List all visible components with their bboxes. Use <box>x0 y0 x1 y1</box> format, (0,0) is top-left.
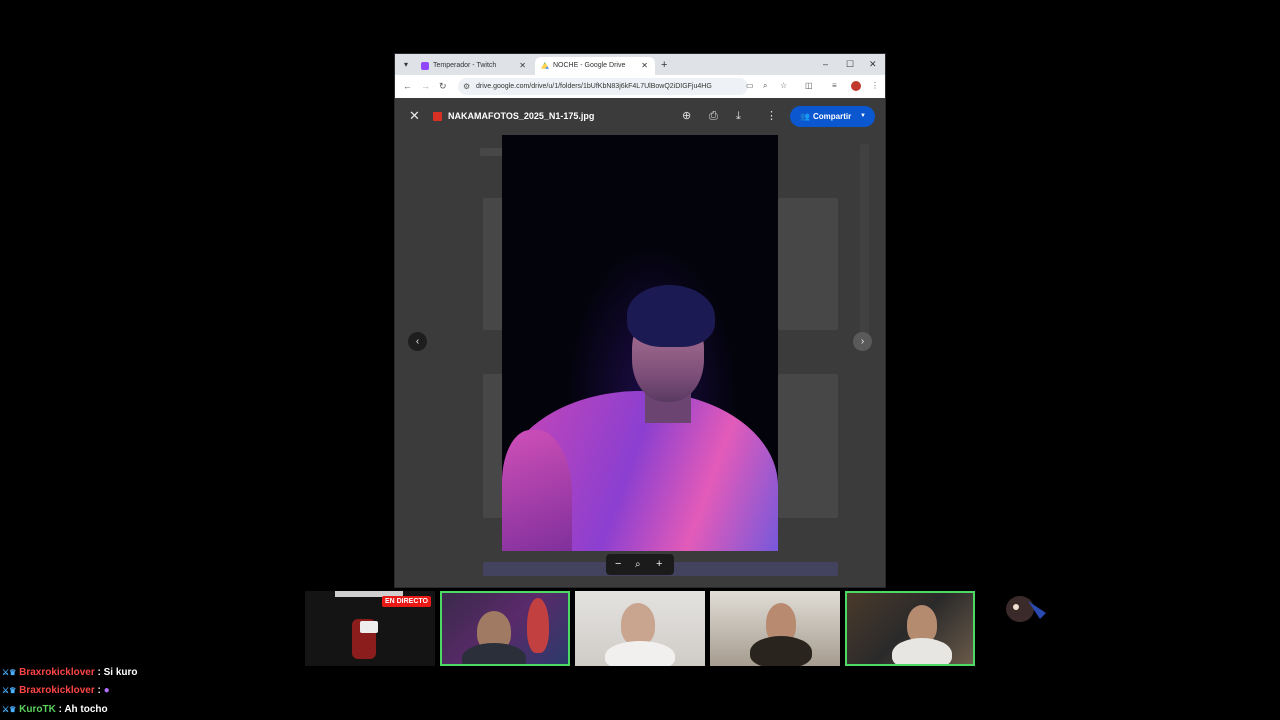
add-to-drive-icon[interactable]: ⊕ <box>682 108 691 124</box>
share-label: Compartir <box>813 112 852 121</box>
close-viewer-icon[interactable]: ✕ <box>409 108 420 124</box>
new-tab-icon[interactable]: + <box>661 57 667 73</box>
minimize-icon[interactable]: – <box>823 56 828 72</box>
image-file-icon <box>433 112 442 121</box>
chat-username: KuroTK <box>19 704 56 715</box>
participant-cam-1: EN DIRECTO <box>305 591 435 666</box>
file-name: NAKAMAFOTOS_2025_N1-175.jpg <box>448 111 595 121</box>
back-icon[interactable]: ← <box>403 80 412 92</box>
tab-title: Temperador - Twitch <box>433 62 497 69</box>
site-info-icon[interactable]: ⚙ <box>463 81 470 92</box>
drive-file-viewer: ✕ NAKAMAFOTOS_2025_N1-175.jpg ⊕ ⎙ ⤓ ⋮ 👥 … <box>395 98 885 587</box>
bookmark-star-icon[interactable]: ☆ <box>780 80 787 92</box>
cast-icon[interactable]: ▭ <box>746 80 754 92</box>
chat-text: Ah tocho <box>64 704 108 715</box>
chat-badges-icon: ⚔♛ <box>2 686 17 695</box>
forward-icon[interactable]: → <box>421 80 430 92</box>
zoom-out-icon[interactable]: − <box>615 554 621 575</box>
browser-menu-icon[interactable]: ⋮ <box>871 80 879 92</box>
zoom-magnifier-icon[interactable]: ⌕ <box>635 554 641 575</box>
zoom-controls: − ⌕ + <box>606 554 674 575</box>
tab-search-icon[interactable]: ▾ <box>400 59 412 71</box>
tab-twitch[interactable]: Temperador - Twitch ✕ <box>415 57 533 75</box>
background-side-panel <box>860 144 869 344</box>
profile-avatar[interactable] <box>851 81 861 91</box>
close-window-icon[interactable]: ✕ <box>869 56 877 72</box>
chat-badges-icon: ⚔♛ <box>2 668 17 677</box>
print-icon[interactable]: ⎙ <box>709 108 718 124</box>
reload-icon[interactable]: ↻ <box>439 80 447 92</box>
chat-badges-icon: ⚔♛ <box>2 705 17 714</box>
zoom-icon[interactable]: ⌕ <box>763 80 767 92</box>
emote-icon: ● <box>103 685 110 696</box>
participant-cam-3 <box>575 591 705 666</box>
share-button[interactable]: 👥 Compartir ▼ <box>790 106 875 127</box>
maximize-icon[interactable]: ☐ <box>846 56 854 72</box>
chat-message: ⚔♛ Braxrokicklover : ● <box>2 684 402 698</box>
participant-cam-4 <box>710 591 840 666</box>
browser-window: ▾ Temperador - Twitch ✕ NOCHE - Google D… <box>395 54 885 587</box>
extensions-icon[interactable]: ◫ <box>805 80 813 92</box>
close-tab-icon[interactable]: ✕ <box>519 57 526 75</box>
tab-google-drive[interactable]: NOCHE - Google Drive ✕ <box>535 57 655 75</box>
background-thumbnail <box>778 198 838 330</box>
viewer-header: ✕ NAKAMAFOTOS_2025_N1-175.jpg ⊕ ⎙ ⤓ ⋮ 👥 … <box>395 98 885 134</box>
next-image-button[interactable]: › <box>853 332 872 351</box>
drive-favicon-icon <box>541 62 549 69</box>
chat-message: ⚔♛ Braxrokicklover : Si kuro <box>2 667 138 678</box>
chat-message: ⚔♛ KuroTK : Ah tocho <box>2 704 108 715</box>
chat-text: Si kuro <box>103 667 138 678</box>
share-dropdown-icon[interactable]: ▼ <box>860 106 866 127</box>
close-tab-icon[interactable]: ✕ <box>641 57 648 75</box>
media-controls-icon[interactable]: ≡ <box>832 80 837 92</box>
character-sticker-icon <box>1006 596 1046 622</box>
download-icon[interactable]: ⤓ <box>736 108 741 124</box>
live-badge: EN DIRECTO <box>381 596 431 607</box>
more-options-icon[interactable]: ⋮ <box>766 108 777 124</box>
chat-username: Braxrokicklover <box>19 685 95 696</box>
chat-text: : <box>97 685 101 696</box>
url-text: drive.google.com/drive/u/1/folders/1bUfK… <box>476 83 712 90</box>
previous-image-button[interactable]: ‹ <box>408 332 427 351</box>
tab-bar: ▾ Temperador - Twitch ✕ NOCHE - Google D… <box>395 54 885 75</box>
chat-username: Braxrokicklover <box>19 667 95 678</box>
tab-title: NOCHE - Google Drive <box>553 62 626 69</box>
twitch-favicon-icon <box>421 62 429 70</box>
photo-preview <box>502 135 778 551</box>
participant-cam-5 <box>845 591 975 666</box>
zoom-in-icon[interactable]: + <box>656 554 662 575</box>
background-thumbnail <box>778 374 838 518</box>
people-icon: 👥 <box>800 112 810 121</box>
chevron-left-icon: ‹ <box>415 336 420 347</box>
participant-cam-2 <box>440 591 570 666</box>
browser-toolbar: ← → ↻ ⚙ drive.google.com/drive/u/1/folde… <box>395 75 885 98</box>
address-bar[interactable]: ⚙ drive.google.com/drive/u/1/folders/1bU… <box>458 78 748 95</box>
chevron-right-icon: › <box>860 336 865 347</box>
